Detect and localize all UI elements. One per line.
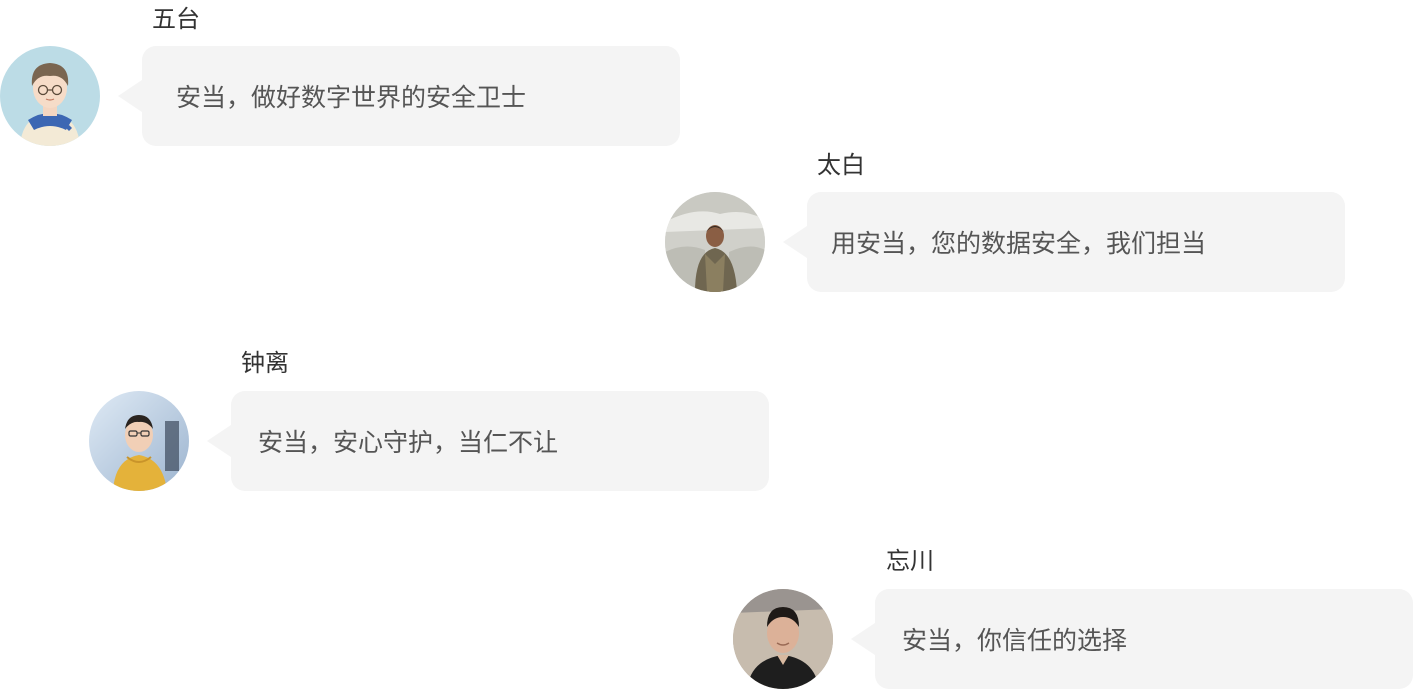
beach-portrait-avatar-icon	[733, 589, 833, 689]
cartoon-boy-avatar-icon	[0, 46, 100, 146]
sender-name: 太白	[817, 151, 865, 179]
message-bubble: 安当，安心守护，当仁不让	[207, 391, 769, 491]
sender-name: 五台	[152, 5, 200, 33]
message-bubble: 安当，你信任的选择	[851, 589, 1413, 689]
yellow-hoodie-avatar-icon	[89, 391, 189, 491]
message-text: 安当，做好数字世界的安全卫士	[176, 83, 527, 112]
message-text: 安当，你信任的选择	[902, 626, 1128, 655]
sender-name: 钟离	[241, 349, 289, 377]
message-text: 安当，安心守护，当仁不让	[258, 428, 559, 457]
chat-testimonials: 五台 安当，做好数字世界的安全卫士 太白 用安当，您的数据安全，我们担当 钟离 …	[0, 0, 1413, 689]
message-text: 用安当，您的数据安全，我们担当	[831, 229, 1207, 258]
message-bubble: 用安当，您的数据安全，我们担当	[783, 192, 1345, 292]
message-bubble: 安当，做好数字世界的安全卫士	[118, 46, 680, 146]
outdoor-photo-avatar-icon	[665, 192, 765, 292]
sender-name: 忘川	[886, 547, 934, 575]
